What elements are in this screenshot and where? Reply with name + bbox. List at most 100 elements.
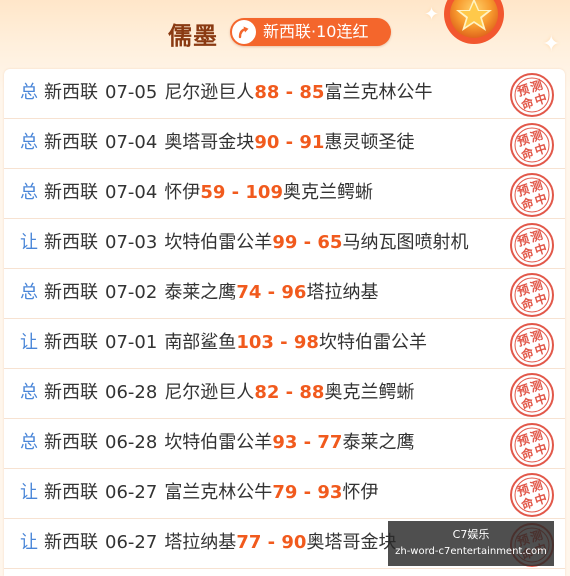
header: 儒墨 新西联·10连红 ✦ ✦	[0, 0, 570, 62]
bet-type-tag: 让	[20, 232, 38, 253]
prediction-text: 总新西联 06-28 坎特伯雷公羊93 - 77泰莱之鹰	[20, 431, 414, 455]
prediction-text: 总新西联 06-28 尼尔逊巨人82 - 88奥克兰鳄蜥	[20, 381, 414, 405]
home-team: 尼尔逊巨人	[164, 382, 255, 403]
streak-badge[interactable]: 新西联·10连红	[230, 18, 391, 46]
league-name: 新西联	[44, 382, 98, 403]
prediction-row[interactable]: 总新西联 06-28 坎特伯雷公羊93 - 77泰莱之鹰 预测命中	[4, 419, 565, 469]
prediction-text: 让新西联 07-01 南部鲨鱼103 - 98坎特伯雷公羊	[20, 331, 427, 355]
sparkle-icon: ✦	[424, 4, 440, 25]
home-team: 尼尔逊巨人	[164, 82, 255, 103]
match-date: 07-04	[105, 132, 158, 153]
home-score: 77	[236, 532, 262, 553]
score-separator: -	[261, 282, 282, 303]
away-score: 90	[281, 532, 307, 553]
league-name: 新西联	[44, 132, 98, 153]
prediction-text: 让新西联 06-27 塔拉纳基77 - 90奥塔哥金块	[20, 531, 396, 555]
bet-type-tag: 总	[20, 82, 38, 103]
sparkle-icon: ✦	[542, 32, 561, 57]
prediction-text: 总新西联 07-05 尼尔逊巨人88 - 85富兰克林公牛	[20, 81, 432, 105]
home-score: 88	[254, 82, 280, 103]
score-separator: -	[225, 182, 246, 203]
league-name: 新西联	[44, 232, 98, 253]
score-separator: -	[261, 532, 282, 553]
prediction-hit-stamp-icon: 预测命中	[510, 473, 554, 517]
score-separator: -	[297, 482, 318, 503]
league-name: 新西联	[44, 482, 98, 503]
away-team: 奥克兰鳄蜥	[282, 182, 373, 203]
prediction-row[interactable]: 让新西联 06-27 富兰克林公牛79 - 93怀伊 预测命中	[4, 469, 565, 519]
prediction-row[interactable]: 总新西联 07-05 尼尔逊巨人88 - 85富兰克林公牛 预测命中	[4, 69, 565, 119]
away-team: 泰莱之鹰	[342, 432, 415, 453]
away-score: 88	[299, 382, 325, 403]
away-team: 马纳瓦图喷射机	[342, 232, 469, 253]
score-separator: -	[273, 332, 294, 353]
away-team: 坎特伯雷公羊	[318, 332, 427, 353]
watermark-url: zh-word-c7entertainment.com	[395, 546, 547, 557]
prediction-hit-stamp-icon: 预测命中	[510, 423, 554, 467]
prediction-text: 总新西联 07-04 怀伊59 - 109奥克兰鳄蜥	[20, 181, 373, 205]
home-team: 怀伊	[164, 182, 201, 203]
score-separator: -	[297, 232, 318, 253]
match-date: 06-27	[105, 482, 158, 503]
bet-type-tag: 总	[20, 182, 38, 203]
home-team: 富兰克林公牛	[164, 482, 273, 503]
home-score: 74	[236, 282, 262, 303]
score-separator: -	[297, 432, 318, 453]
prediction-text: 总新西联 07-02 泰莱之鹰74 - 96塔拉纳基	[20, 281, 378, 305]
match-date: 07-04	[105, 182, 158, 203]
away-team: 富兰克林公牛	[324, 82, 433, 103]
prediction-hit-stamp-icon: 预测命中	[510, 323, 554, 367]
home-score: 103	[236, 332, 274, 353]
prediction-list: 总新西联 07-05 尼尔逊巨人88 - 85富兰克林公牛预测命中总新西联 07-04…	[4, 69, 565, 576]
away-team: 塔拉纳基	[306, 282, 379, 303]
home-team: 塔拉纳基	[164, 532, 237, 553]
home-score: 93	[272, 432, 298, 453]
prediction-row[interactable]: 让新西联 07-01 南部鲨鱼103 - 98坎特伯雷公羊 预测命中	[4, 319, 565, 369]
bet-type-tag: 总	[20, 132, 38, 153]
score-separator: -	[279, 82, 300, 103]
prediction-text: 总新西联 07-04 奥塔哥金块90 - 91惠灵顿圣徒	[20, 131, 414, 155]
home-score: 79	[272, 482, 298, 503]
match-date: 06-27	[105, 532, 158, 553]
bet-type-tag: 总	[20, 432, 38, 453]
home-team: 坎特伯雷公羊	[164, 232, 273, 253]
streak-badge-label: 新西联·10连红	[263, 22, 369, 41]
away-score: 85	[299, 82, 325, 103]
league-name: 新西联	[44, 332, 98, 353]
match-date: 07-02	[105, 282, 158, 303]
away-score: 96	[281, 282, 307, 303]
match-date: 06-28	[105, 432, 158, 453]
home-score: 90	[254, 132, 280, 153]
away-score: 98	[293, 332, 319, 353]
home-score: 59	[200, 182, 226, 203]
league-name: 新西联	[44, 532, 98, 553]
home-team: 泰莱之鹰	[164, 282, 237, 303]
author-name[interactable]: 儒墨	[168, 16, 218, 51]
prediction-row[interactable]: 总新西联 07-04 怀伊59 - 109奥克兰鳄蜥 预测命中	[4, 169, 565, 219]
prediction-hit-stamp-icon: 预测命中	[510, 123, 554, 167]
league-name: 新西联	[44, 82, 98, 103]
prediction-row[interactable]: 总新西联 07-04 奥塔哥金块90 - 91惠灵顿圣徒 预测命中	[4, 119, 565, 169]
prediction-row[interactable]: 总新西联 07-02 泰莱之鹰74 - 96塔拉纳基 预测命中	[4, 269, 565, 319]
home-team: 南部鲨鱼	[164, 332, 237, 353]
prediction-row[interactable]: 让新西联 07-03 坎特伯雷公羊99 - 65马纳瓦图喷射机 预测命中	[4, 219, 565, 269]
match-date: 07-03	[105, 232, 158, 253]
away-team: 惠灵顿圣徒	[324, 132, 415, 153]
bet-type-tag: 总	[20, 382, 38, 403]
home-team: 奥塔哥金块	[164, 132, 255, 153]
watermark-title: C7娱乐	[452, 528, 490, 541]
league-name: 新西联	[44, 182, 98, 203]
away-score: 65	[317, 232, 343, 253]
match-date: 06-28	[105, 382, 158, 403]
prediction-row[interactable]: 总新西联 06-28 尼尔逊巨人82 - 88奥克兰鳄蜥 预测命中	[4, 369, 565, 419]
prediction-text: 让新西联 06-27 富兰克林公牛79 - 93怀伊	[20, 481, 378, 505]
home-score: 99	[272, 232, 298, 253]
score-separator: -	[279, 132, 300, 153]
away-team: 奥克兰鳄蜥	[324, 382, 415, 403]
league-name: 新西联	[44, 282, 98, 303]
match-date: 07-05	[105, 82, 158, 103]
up-arrow-icon	[232, 20, 256, 44]
score-separator: -	[279, 382, 300, 403]
bet-type-tag: 让	[20, 482, 38, 503]
prediction-hit-stamp-icon: 预测命中	[510, 173, 554, 217]
